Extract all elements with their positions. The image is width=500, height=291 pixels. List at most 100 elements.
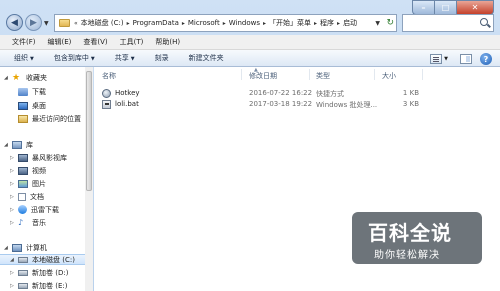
expand-icon[interactable]: ◢ bbox=[10, 257, 14, 263]
column-header-date[interactable]: 修改日期 bbox=[249, 71, 277, 81]
nav-computer-label: 计算机 bbox=[26, 243, 47, 252]
arrow-right-icon: ▶ bbox=[30, 17, 37, 28]
address-bar[interactable]: « 本地磁盘 (C:) ▸ ProgramData ▸ Microsoft ▸ … bbox=[54, 14, 397, 32]
expand-icon[interactable]: ◢ bbox=[4, 75, 8, 81]
menu-help[interactable]: 帮助(H) bbox=[155, 37, 180, 47]
expand-icon[interactable]: ▷ bbox=[10, 155, 14, 161]
menu-file[interactable]: 文件(F) bbox=[12, 37, 36, 47]
expand-icon[interactable]: ▷ bbox=[10, 270, 14, 276]
expand-icon[interactable]: ▷ bbox=[10, 220, 14, 226]
maximize-button[interactable]: □ bbox=[434, 0, 456, 15]
column-divider[interactable] bbox=[374, 69, 375, 80]
nav-drive-e-label: 新加卷 (E:) bbox=[32, 281, 68, 290]
minimize-button[interactable]: – bbox=[412, 0, 434, 15]
breadcrumb-chevron-icon[interactable]: « bbox=[74, 20, 78, 27]
column-header-type[interactable]: 类型 bbox=[316, 71, 330, 81]
expand-icon[interactable]: ◢ bbox=[4, 245, 8, 251]
nav-storm-library[interactable]: ▷ 暴风影视库 bbox=[0, 152, 92, 163]
breadcrumb-startup[interactable]: 启动 bbox=[343, 18, 357, 28]
nav-computer[interactable]: ◢ 计算机 bbox=[0, 242, 92, 253]
search-input[interactable] bbox=[402, 14, 494, 32]
view-options-icon[interactable] bbox=[430, 54, 443, 64]
chevron-down-icon[interactable]: ▼ bbox=[444, 56, 448, 62]
breadcrumb-windows[interactable]: Windows bbox=[229, 19, 260, 27]
drive-icon bbox=[18, 256, 28, 263]
file-row[interactable]: loli.bat 2017-03-18 19:22 Windows 批处理...… bbox=[94, 99, 500, 110]
expand-icon[interactable]: ▷ bbox=[10, 207, 14, 213]
nav-pictures[interactable]: ▷ 图片 bbox=[0, 178, 92, 189]
file-date: 2017-03-18 19:22 bbox=[249, 100, 313, 108]
thunder-icon bbox=[18, 205, 27, 214]
new-folder-button[interactable]: 新建文件夹 bbox=[189, 53, 224, 63]
nav-libraries[interactable]: ◢ 库 bbox=[0, 139, 92, 150]
organize-label: 组织 bbox=[14, 54, 28, 62]
nav-favorites-label: 收藏夹 bbox=[26, 73, 47, 82]
nav-downloads[interactable]: 下载 bbox=[0, 86, 92, 97]
include-in-library-button[interactable]: 包含到库中 ▼ bbox=[54, 53, 95, 63]
chevron-down-icon: ▼ bbox=[130, 56, 135, 62]
video-library-icon bbox=[18, 153, 28, 162]
expand-icon[interactable]: ▷ bbox=[10, 283, 14, 289]
organize-button[interactable]: 组织 ▼ bbox=[14, 53, 34, 63]
expand-icon[interactable]: ◢ bbox=[4, 142, 8, 148]
menu-view[interactable]: 查看(V) bbox=[83, 37, 107, 47]
navigation-scrollbar[interactable] bbox=[85, 67, 93, 291]
nav-drive-d[interactable]: ▷ 新加卷 (D:) bbox=[0, 267, 92, 278]
column-divider[interactable] bbox=[309, 69, 310, 80]
expand-icon[interactable]: ▷ bbox=[10, 168, 14, 174]
music-icon: ♪ bbox=[18, 217, 24, 227]
help-icon[interactable]: ? bbox=[480, 53, 492, 65]
breadcrumb-drive-c[interactable]: 本地磁盘 (C:) bbox=[81, 18, 124, 28]
nav-videos-label: 视频 bbox=[32, 166, 46, 175]
chevron-down-icon: ▼ bbox=[90, 56, 95, 62]
search-icon bbox=[480, 18, 488, 26]
column-divider[interactable] bbox=[241, 69, 242, 80]
chevron-down-icon: ▼ bbox=[30, 56, 34, 62]
video-icon bbox=[18, 166, 28, 175]
breadcrumb-start-menu[interactable]: 「开始」菜单 bbox=[269, 18, 311, 28]
back-button[interactable]: ◀ bbox=[6, 14, 23, 31]
breadcrumb-microsoft[interactable]: Microsoft bbox=[188, 19, 220, 27]
address-dropdown-icon[interactable]: ▼ bbox=[375, 20, 380, 27]
recent-places-icon bbox=[18, 114, 28, 123]
nav-downloads-label: 下载 bbox=[32, 87, 46, 96]
breadcrumb-programdata[interactable]: ProgramData bbox=[133, 19, 179, 27]
nav-drive-c[interactable]: ◢ 本地磁盘 (C:) bbox=[0, 254, 92, 265]
nav-videos[interactable]: ▷ 视频 bbox=[0, 165, 92, 176]
preview-pane-icon[interactable] bbox=[460, 54, 472, 64]
nav-recent-places-label: 最近访问的位置 bbox=[32, 114, 81, 123]
close-button[interactable]: ✕ bbox=[456, 0, 494, 15]
breadcrumb-chevron-icon[interactable]: ▸ bbox=[127, 20, 130, 27]
nav-drive-e[interactable]: ▷ 新加卷 (E:) bbox=[0, 280, 92, 291]
burn-button[interactable]: 刻录 bbox=[155, 53, 169, 63]
nav-thunder-downloads[interactable]: ▷ 迅雷下载 bbox=[0, 204, 92, 215]
breadcrumb-chevron-icon[interactable]: ▸ bbox=[182, 20, 185, 27]
column-header-size[interactable]: 大小 bbox=[382, 71, 396, 81]
menu-tools[interactable]: 工具(T) bbox=[120, 37, 144, 47]
menu-edit[interactable]: 编辑(E) bbox=[48, 37, 72, 47]
nav-desktop[interactable]: 桌面 bbox=[0, 100, 92, 111]
breadcrumb-chevron-icon[interactable]: ▸ bbox=[314, 20, 317, 27]
column-divider[interactable] bbox=[422, 69, 423, 80]
share-button[interactable]: 共享 ▼ bbox=[115, 53, 135, 63]
recent-pages-dropdown-icon[interactable]: ▼ bbox=[44, 20, 49, 27]
nav-music[interactable]: ▷ ♪ 音乐 bbox=[0, 217, 92, 228]
breadcrumb-chevron-icon[interactable]: ▸ bbox=[263, 20, 266, 27]
computer-icon bbox=[12, 243, 22, 252]
column-header-name[interactable]: 名称 bbox=[102, 71, 116, 81]
nav-recent-places[interactable]: 最近访问的位置 bbox=[0, 113, 92, 124]
refresh-icon[interactable]: ↻ bbox=[386, 18, 394, 28]
expand-icon[interactable]: ▷ bbox=[10, 194, 14, 200]
nav-drive-c-label: 本地磁盘 (C:) bbox=[32, 255, 75, 264]
folder-icon bbox=[59, 19, 70, 27]
nav-favorites[interactable]: ◢ ★ 收藏夹 bbox=[0, 72, 92, 83]
breadcrumb-programs[interactable]: 程序 bbox=[320, 18, 334, 28]
breadcrumb-chevron-icon[interactable]: ▸ bbox=[223, 20, 226, 27]
breadcrumb-chevron-icon[interactable]: ▸ bbox=[337, 20, 340, 27]
file-name: loli.bat bbox=[115, 100, 139, 108]
scrollbar-thumb[interactable] bbox=[86, 71, 92, 191]
nav-documents[interactable]: ▷ 文档 bbox=[0, 191, 92, 202]
forward-button[interactable]: ▶ bbox=[25, 14, 42, 31]
file-row[interactable]: Hotkey 2016-07-22 16:22 快捷方式 1 KB bbox=[94, 88, 500, 99]
expand-icon[interactable]: ▷ bbox=[10, 181, 14, 187]
